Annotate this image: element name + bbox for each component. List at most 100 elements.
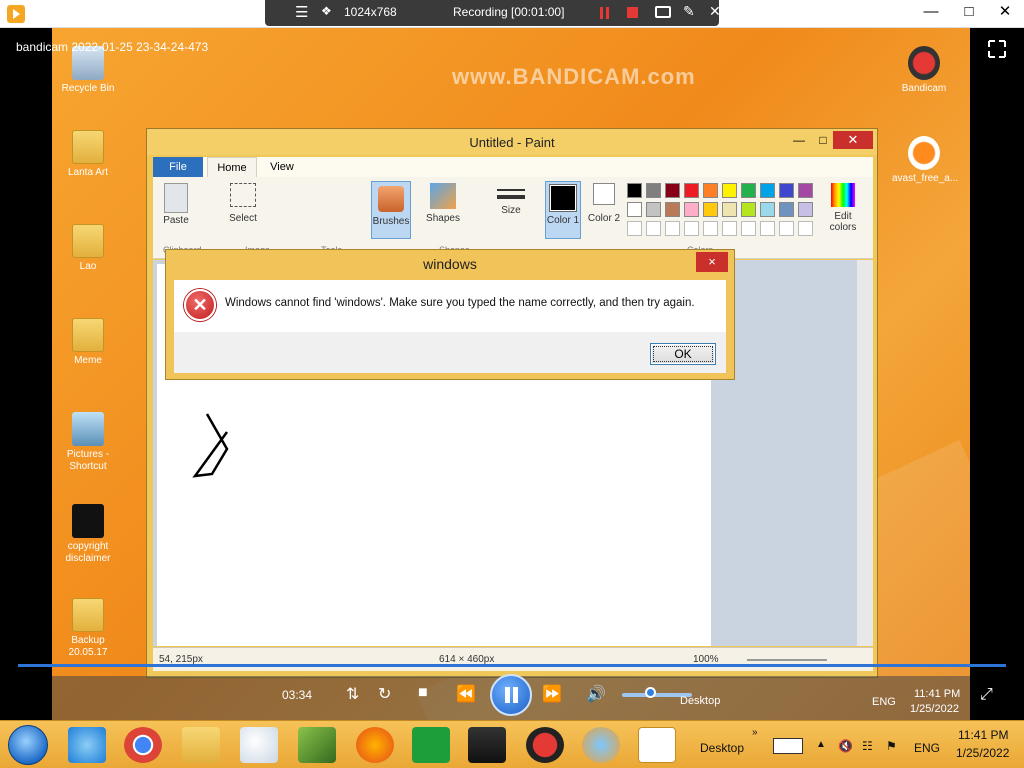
menu-icon[interactable]: ☰	[295, 3, 308, 21]
palette-swatch[interactable]	[703, 202, 718, 217]
palette-swatch[interactable]	[741, 183, 756, 198]
rewind-icon[interactable]: ⏪	[456, 684, 476, 704]
palette-swatch-empty[interactable]	[760, 221, 775, 236]
paste-button[interactable]: Paste	[161, 183, 191, 226]
desktop-icon[interactable]: Lao	[56, 224, 120, 273]
palette-swatch[interactable]	[684, 202, 699, 217]
desktop-icon[interactable]: copyright disclaimer	[56, 504, 120, 565]
palette-swatch[interactable]	[798, 183, 813, 198]
palette-swatch[interactable]	[741, 202, 756, 217]
maximize-button[interactable]: □	[950, 0, 988, 24]
palette-swatch-empty[interactable]	[646, 221, 661, 236]
language-indicator[interactable]: ENG	[914, 741, 940, 755]
color2-button[interactable]: Color 2	[587, 183, 621, 224]
palette-swatch[interactable]	[798, 202, 813, 217]
seek-bar[interactable]	[18, 664, 1006, 667]
video-player[interactable]: www.BANDICAM.com Recycle Bin Lanta Art L…	[0, 28, 1024, 720]
palette-swatch[interactable]	[684, 183, 699, 198]
pause-recording-icon[interactable]	[600, 7, 603, 19]
pin-icon[interactable]: ❖	[321, 4, 332, 18]
desktop-icon[interactable]: Bandicam	[892, 46, 956, 95]
palette-swatch-empty[interactable]	[779, 221, 794, 236]
vertical-scrollbar[interactable]	[857, 260, 873, 646]
brushes-button[interactable]: Brushes	[371, 181, 411, 239]
palette-swatch[interactable]	[722, 183, 737, 198]
palette-swatch[interactable]	[646, 202, 661, 217]
desktop-toolbar-label[interactable]: Desktop	[700, 741, 744, 755]
pause-button[interactable]	[490, 674, 532, 716]
palette-swatch[interactable]	[627, 183, 642, 198]
toolbar-expand-icon[interactable]: »	[752, 727, 758, 738]
fullscreen-icon[interactable]	[988, 40, 1006, 58]
desktop-icon[interactable]: Pictures - Shortcut	[56, 412, 120, 473]
tab-file[interactable]: File	[153, 157, 203, 177]
movie-maker-icon[interactable]	[468, 727, 506, 763]
zoom-slider[interactable]	[747, 659, 827, 661]
palette-swatch[interactable]	[646, 183, 661, 198]
palette-swatch-empty[interactable]	[703, 221, 718, 236]
pencil-icon[interactable]: ✎	[683, 3, 695, 20]
volume-knob[interactable]	[645, 687, 656, 698]
palette-swatch-empty[interactable]	[798, 221, 813, 236]
fast-forward-icon[interactable]: ⏩	[542, 684, 562, 704]
bandiview-icon[interactable]	[638, 727, 676, 763]
select-button[interactable]: Select	[225, 183, 261, 224]
keyboard-icon[interactable]	[773, 738, 803, 754]
palette-swatch[interactable]	[779, 183, 794, 198]
stop-recording-icon[interactable]	[627, 7, 638, 18]
edit-colors-button[interactable]: Edit colors	[825, 183, 861, 233]
palette-swatch-empty[interactable]	[627, 221, 642, 236]
palette-swatch-empty[interactable]	[741, 221, 756, 236]
repeat-icon[interactable]: ↻	[378, 684, 391, 704]
palette-swatch[interactable]	[665, 202, 680, 217]
volume-tray-icon[interactable]: 🔇	[838, 739, 853, 753]
store-icon[interactable]	[412, 727, 450, 763]
desktop-icon[interactable]: Backup 20.05.17	[56, 598, 120, 659]
palette-swatch[interactable]	[722, 202, 737, 217]
file-explorer-icon[interactable]	[182, 727, 220, 763]
tray-expand-icon[interactable]: ▲	[816, 739, 826, 750]
loop-icon[interactable]: ⇅	[346, 684, 359, 704]
paint-minimize-button[interactable]: —	[787, 131, 811, 149]
bandicam-taskbar-icon[interactable]	[526, 727, 564, 763]
ok-button[interactable]: OK	[650, 343, 716, 365]
minimize-button[interactable]: —	[912, 0, 950, 24]
expand-icon[interactable]: ⤢	[980, 686, 993, 704]
shapes-button[interactable]: Shapes	[423, 183, 463, 224]
palette-swatch-empty[interactable]	[722, 221, 737, 236]
size-button[interactable]: Size	[493, 183, 529, 216]
clock-time[interactable]: 11:41 PM	[958, 728, 1008, 742]
desktop-icon[interactable]: Meme	[56, 318, 120, 367]
camera-icon[interactable]	[655, 6, 671, 18]
paint-close-button[interactable]: ✕	[833, 131, 873, 149]
start-button[interactable]	[8, 725, 48, 765]
desktop-icon[interactable]: Lanta Art	[56, 130, 120, 179]
palette-swatch[interactable]	[703, 183, 718, 198]
clock-date[interactable]: 1/25/2022	[956, 746, 1009, 760]
action-center-icon[interactable]: ⚑	[886, 739, 897, 753]
dialog-close-button[interactable]: ×	[696, 252, 728, 272]
paint-taskbar-icon[interactable]	[240, 727, 278, 763]
palette-swatch-empty[interactable]	[684, 221, 699, 236]
tab-home[interactable]: Home	[207, 157, 257, 177]
app-green-icon[interactable]	[298, 727, 336, 763]
palette-swatch-empty[interactable]	[665, 221, 680, 236]
tab-view[interactable]: View	[259, 157, 305, 177]
palette-swatch[interactable]	[760, 202, 775, 217]
palette-swatch[interactable]	[665, 183, 680, 198]
close-toolbar-icon[interactable]: ✕	[709, 3, 721, 20]
desktop-icon[interactable]: avast_free_a...	[892, 136, 958, 185]
palette-swatch[interactable]	[779, 202, 794, 217]
stop-icon[interactable]: ■	[418, 684, 428, 702]
network-tray-icon[interactable]: ☷	[862, 739, 873, 753]
palette-swatch[interactable]	[627, 202, 642, 217]
close-button[interactable]: ✕	[986, 0, 1024, 24]
internet-explorer-icon[interactable]	[68, 727, 106, 763]
color1-button[interactable]: Color 1	[545, 181, 581, 239]
volume-icon[interactable]: 🔊	[586, 684, 606, 704]
firefox-icon[interactable]	[356, 727, 394, 763]
palette-swatch[interactable]	[760, 183, 775, 198]
paint-maximize-button[interactable]: □	[811, 131, 835, 149]
app-circle-icon[interactable]	[582, 727, 620, 763]
chrome-icon[interactable]	[124, 727, 162, 763]
